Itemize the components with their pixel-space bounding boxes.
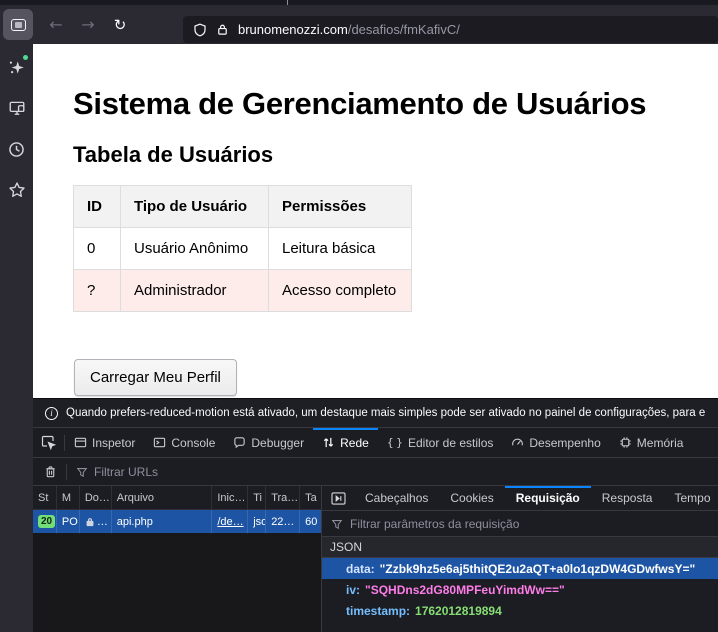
- col-header-tipo: Tipo de Usuário: [121, 186, 269, 228]
- col-method[interactable]: M: [56, 486, 79, 509]
- request-size: 60: [299, 510, 321, 533]
- cell-permissoes: Leitura básica: [269, 228, 412, 270]
- section-title: Tabela de Usuários: [73, 142, 273, 168]
- json-param-timestamp[interactable]: timestamp: 1762012819894: [322, 600, 718, 621]
- tab-debugger[interactable]: Debugger: [224, 428, 313, 457]
- url-domain: brunomenozzi.com: [238, 22, 348, 37]
- pick-element-icon[interactable]: [33, 428, 64, 457]
- cell-tipo: Administrador: [121, 270, 269, 312]
- trash-icon[interactable]: [44, 465, 57, 479]
- load-profile-button[interactable]: Carregar Meu Perfil: [74, 359, 237, 396]
- status-badge: 20: [38, 515, 55, 528]
- separator: [66, 464, 67, 480]
- json-param-iv[interactable]: iv: "SQHDns2dG80MPFeuYimdWw==": [322, 579, 718, 600]
- info-icon: i: [45, 407, 58, 420]
- network-toolbar: Filtrar URLs: [33, 458, 718, 486]
- filter-icon: [331, 518, 343, 530]
- browser-toolbar: ← → ↻ brunomenozzi.com/desafios/fmKafivC…: [0, 5, 718, 44]
- inspector-icon: [74, 436, 87, 449]
- tab-requisicao[interactable]: Requisição: [505, 486, 591, 510]
- cell-id: ?: [74, 270, 121, 312]
- details-filter-row: Filtrar parâmetros da requisição: [322, 511, 718, 537]
- tab-tempo[interactable]: Tempo: [663, 486, 718, 510]
- tab-memoria[interactable]: Memória: [610, 428, 693, 457]
- devtools-notice-bar: i Quando prefers-reduced-motion está ati…: [33, 398, 718, 428]
- bookmarks-icon[interactable]: [7, 180, 27, 200]
- reload-icon[interactable]: ↻: [106, 16, 134, 34]
- col-size[interactable]: Ta: [299, 486, 321, 509]
- col-type[interactable]: Ti: [247, 486, 265, 509]
- lock-icon[interactable]: [216, 23, 229, 36]
- details-tabbar: Cabeçalhos Cookies Requisição Resposta T…: [322, 486, 718, 511]
- url-path: /desafios/fmKafivC/: [348, 22, 460, 37]
- forward-icon[interactable]: →: [74, 15, 102, 34]
- play-pause-icon[interactable]: [322, 486, 354, 510]
- tab-cabecalhos[interactable]: Cabeçalhos: [354, 486, 439, 510]
- console-icon: [153, 436, 166, 449]
- col-status[interactable]: St: [33, 486, 56, 509]
- col-initiator[interactable]: Inic…: [211, 486, 247, 509]
- request-type: jso: [247, 510, 265, 533]
- network-request-list: St M Do… Arquivo Inic… Ti Tra… Ta 20 PO …: [33, 486, 322, 632]
- col-header-id: ID: [74, 186, 121, 228]
- back-icon[interactable]: ←: [42, 15, 70, 34]
- filter-icon: [76, 466, 88, 478]
- tab-desempenho[interactable]: Desempenho: [502, 428, 609, 457]
- network-icon: [322, 436, 335, 449]
- tab-cookies[interactable]: Cookies: [439, 486, 504, 510]
- page-title: Sistema de Gerenciamento de Usuários: [73, 86, 646, 122]
- table-header-row: ID Tipo de Usuário Permissões: [74, 186, 412, 228]
- users-table: ID Tipo de Usuário Permissões 0 Usuário …: [73, 185, 412, 312]
- debugger-icon: [233, 436, 246, 449]
- request-domain: …: [97, 516, 108, 528]
- request-file: api.php: [111, 510, 212, 533]
- lock-icon: [85, 517, 95, 527]
- web-page: Sistema de Gerenciamento de Usuários Tab…: [33, 44, 718, 398]
- cell-tipo: Usuário Anônimo: [121, 228, 269, 270]
- firefox-sidebar: [0, 44, 33, 632]
- table-row: 0 Usuário Anônimo Leitura básica: [74, 228, 412, 270]
- sidebar-toggle-icon: [11, 19, 26, 31]
- notice-text: Quando prefers-reduced-motion está ativa…: [66, 407, 705, 419]
- devtools-tabbar: Inspetor Console Debugger Rede { } Edito…: [33, 428, 718, 458]
- request-transferred: 22…: [265, 510, 299, 533]
- network-columns-header: St M Do… Arquivo Inic… Ti Tra… Ta: [33, 486, 321, 510]
- shield-icon[interactable]: [193, 23, 207, 37]
- request-initiator[interactable]: /de…: [217, 516, 243, 528]
- memory-icon: [619, 436, 632, 449]
- cell-permissoes: Acesso completo: [269, 270, 412, 312]
- sidebar-toggle-button[interactable]: [3, 9, 33, 40]
- performance-icon: [511, 436, 524, 449]
- tab-resposta[interactable]: Resposta: [591, 486, 664, 510]
- tab-inspetor[interactable]: Inspetor: [65, 428, 144, 457]
- col-header-perm: Permissões: [269, 186, 412, 228]
- synced-tabs-icon[interactable]: [7, 98, 27, 118]
- filter-params-input[interactable]: Filtrar parâmetros da requisição: [350, 517, 519, 531]
- json-scope-header[interactable]: JSON: [322, 537, 718, 558]
- notification-dot: [22, 54, 29, 61]
- filter-urls-input[interactable]: Filtrar URLs: [94, 465, 158, 479]
- request-method: PO: [56, 510, 79, 533]
- tab-console[interactable]: Console: [144, 428, 224, 457]
- cell-id: 0: [74, 228, 121, 270]
- table-row-highlighted: ? Administrador Acesso completo: [74, 270, 412, 312]
- ai-sparkle-icon[interactable]: [7, 57, 27, 77]
- json-param-data[interactable]: data: "Zzbk9hz5e6aj5thitQE2u2aQT+a0lo1qz…: [322, 558, 718, 579]
- browser-window: ← → ↻ brunomenozzi.com/desafios/fmKafivC…: [0, 0, 718, 632]
- url-bar[interactable]: brunomenozzi.com/desafios/fmKafivC/: [183, 16, 718, 43]
- tab-editor-de-estilos[interactable]: { } Editor de estilos: [378, 428, 503, 457]
- tab-rede[interactable]: Rede: [313, 428, 378, 457]
- braces-icon: { }: [387, 436, 403, 449]
- request-details-panel: Cabeçalhos Cookies Requisição Resposta T…: [322, 486, 718, 632]
- col-domain[interactable]: Do…: [79, 486, 111, 509]
- history-icon[interactable]: [7, 139, 27, 159]
- col-transferred[interactable]: Tra…: [265, 486, 299, 509]
- network-request-row-selected[interactable]: 20 PO … api.php /de… jso 22… 60: [33, 510, 321, 533]
- col-file[interactable]: Arquivo: [111, 486, 212, 509]
